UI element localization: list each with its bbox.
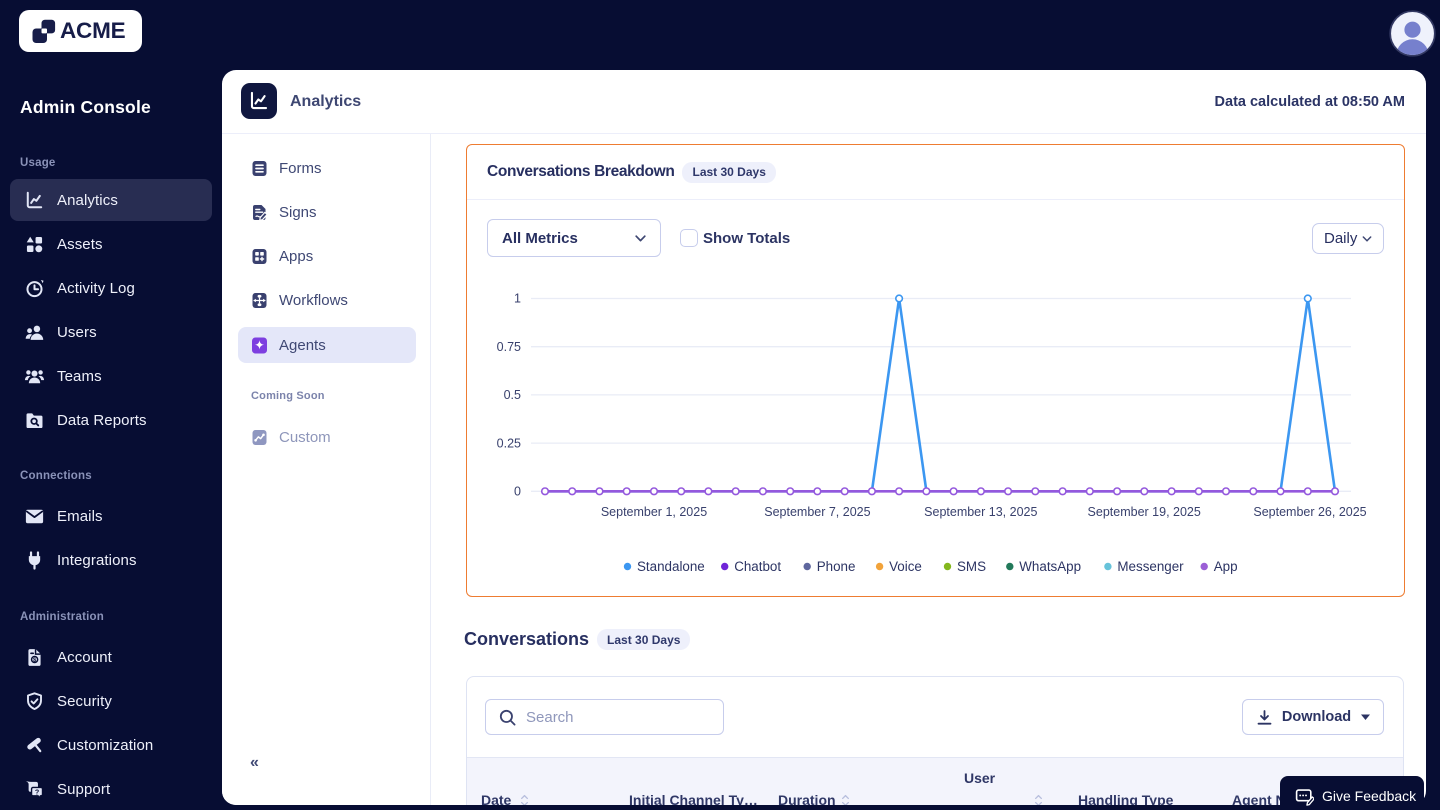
svg-text:0.75: 0.75 (496, 339, 520, 353)
svg-text:September 13, 2025: September 13, 2025 (924, 505, 1037, 519)
svg-text:?: ? (35, 788, 39, 796)
svg-text:0.25: 0.25 (496, 436, 520, 450)
svg-text:Messenger: Messenger (1117, 559, 1184, 574)
svg-text:Chatbot: Chatbot (734, 559, 781, 574)
svg-text:September 26, 2025: September 26, 2025 (1253, 505, 1366, 519)
svg-text:Voice: Voice (889, 559, 922, 574)
svg-text:App: App (1213, 559, 1237, 574)
svg-text:September 19, 2025: September 19, 2025 (1087, 505, 1200, 519)
svg-text:WhatsApp: WhatsApp (1019, 559, 1081, 574)
svg-text:SMS: SMS (957, 559, 986, 574)
svg-text:Phone: Phone (816, 559, 855, 574)
svg-text:0: 0 (514, 484, 521, 498)
svg-text:September 7, 2025: September 7, 2025 (764, 505, 870, 519)
svg-text:1: 1 (514, 291, 521, 305)
svg-text:0.5: 0.5 (503, 388, 520, 402)
svg-text:September 1, 2025: September 1, 2025 (600, 505, 706, 519)
svg-text:Standalone: Standalone (637, 559, 705, 574)
